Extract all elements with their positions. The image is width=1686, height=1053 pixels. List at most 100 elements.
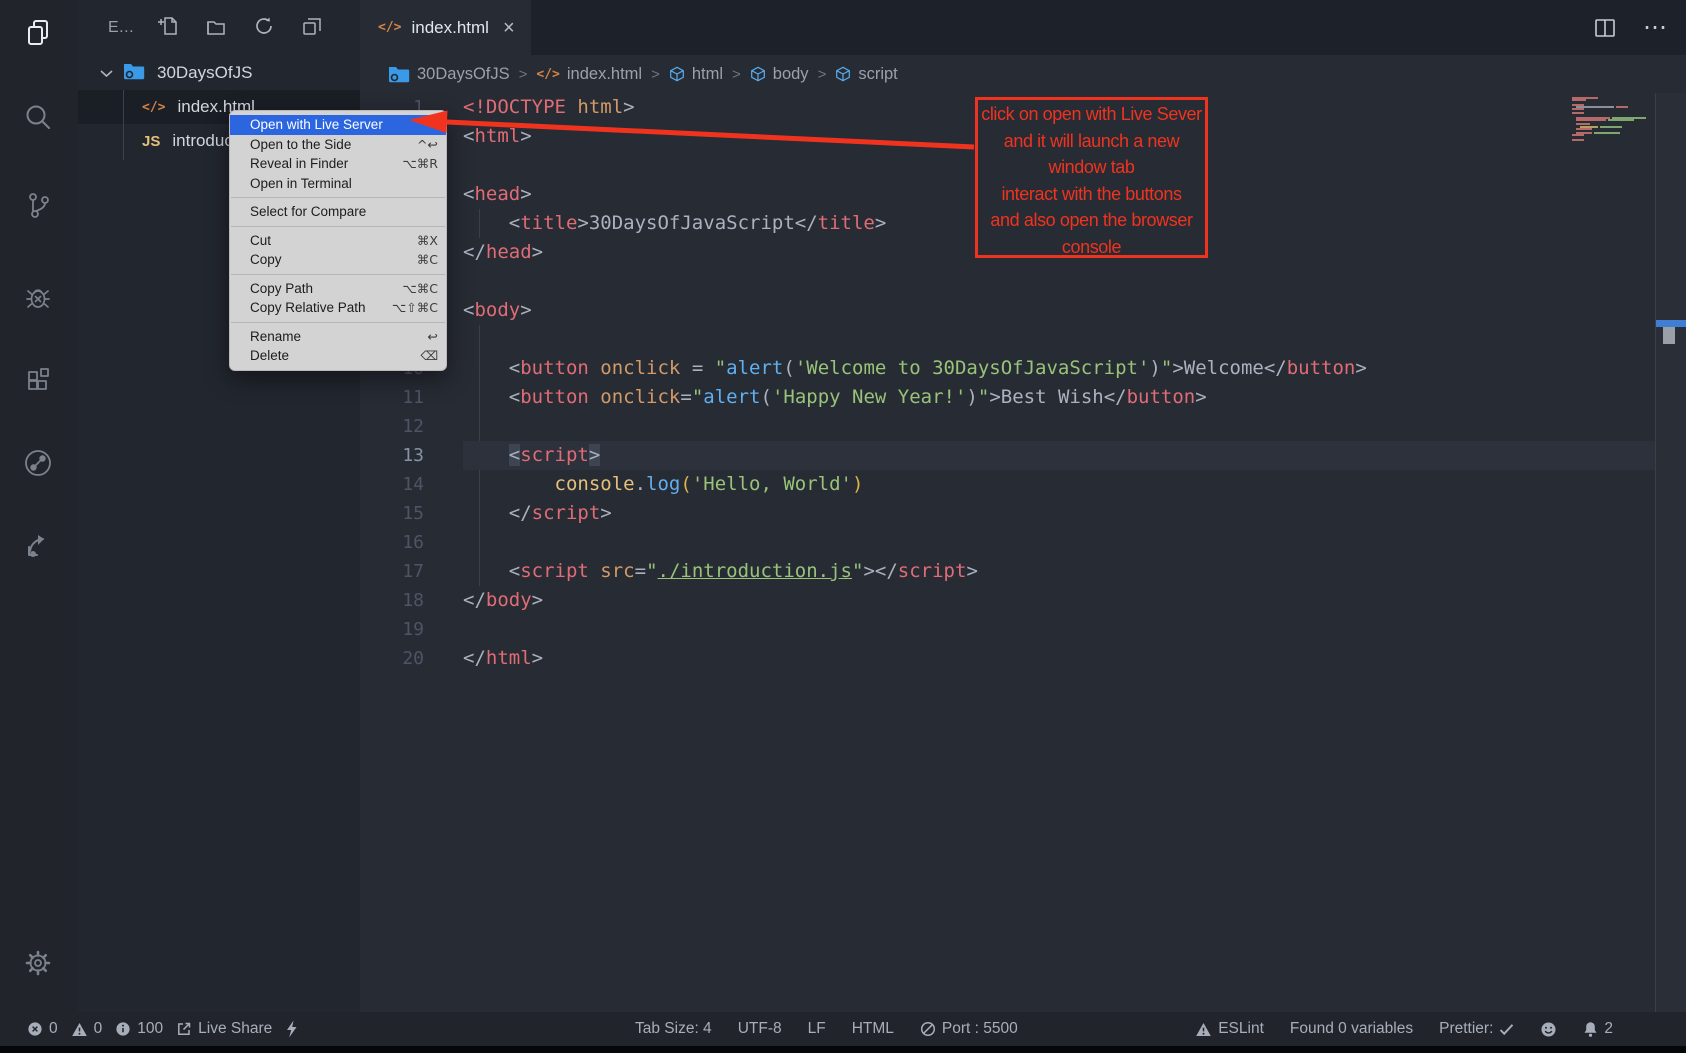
code-line-8[interactable]: <body> — [463, 296, 1655, 325]
menu-item-reveal-in-finder[interactable]: Reveal in Finder⌥⌘R — [230, 154, 446, 174]
slash-icon — [920, 1021, 936, 1037]
breadcrumb-item-html[interactable]: html — [669, 65, 723, 84]
status-item-lightning[interactable] — [285, 1020, 298, 1038]
menu-item-rename[interactable]: Rename↩ — [230, 327, 446, 347]
code-line-10[interactable]: <button onclick = "alert('Welcome to 30D… — [463, 354, 1655, 383]
code-line-7[interactable] — [463, 267, 1655, 296]
menu-item-copy[interactable]: Copy⌘C — [230, 250, 446, 270]
code-line-13[interactable]: <script> — [463, 441, 1655, 470]
menu-item-cut[interactable]: Cut⌘X — [230, 231, 446, 251]
code-token: html — [474, 125, 520, 147]
code-token: > — [1355, 357, 1366, 379]
tree-folder-30daysofjs[interactable]: 30DaysOfJS — [78, 56, 360, 90]
annotation-text-line: interact with the buttons — [978, 181, 1205, 208]
new-folder-button[interactable] — [202, 14, 230, 42]
status-item-found-0-variables[interactable]: Found 0 variables — [1290, 1020, 1413, 1038]
status-item-0[interactable]: 0 — [27, 1020, 58, 1038]
code-token: ) — [852, 473, 863, 495]
menu-separator — [231, 274, 445, 275]
code-line-15[interactable]: </script> — [463, 499, 1655, 528]
menu-item-delete[interactable]: Delete⌫ — [230, 346, 446, 366]
status-item-100[interactable]: 100 — [115, 1020, 163, 1038]
status-item-tab-size-4[interactable]: Tab Size: 4 — [635, 1020, 712, 1038]
menu-item-label: Copy — [250, 250, 282, 270]
activity-explorer-icon[interactable] — [17, 12, 61, 56]
menu-item-open-to-the-side[interactable]: Open to the Side^↩ — [230, 135, 446, 155]
error-icon — [27, 1021, 43, 1037]
status-item-port-5500[interactable]: Port : 5500 — [920, 1020, 1018, 1038]
status-item-html[interactable]: HTML — [852, 1020, 894, 1038]
annotation-text-line: window tab — [978, 154, 1205, 181]
status-item-utf-8[interactable]: UTF-8 — [738, 1020, 782, 1038]
code-token: alert — [726, 357, 783, 379]
code-line-19[interactable] — [463, 615, 1655, 644]
code-token: alert — [703, 386, 760, 408]
code-line-16[interactable] — [463, 528, 1655, 557]
menu-item-copy-relative-path[interactable]: Copy Relative Path⌥⇧⌘C — [230, 298, 446, 318]
split-editor-icon[interactable] — [1593, 17, 1617, 39]
close-icon[interactable]: × — [503, 18, 515, 38]
minimap-line — [1572, 139, 1652, 141]
breadcrumb-item-index-html[interactable]: </>index.html — [536, 65, 642, 84]
code-line-17[interactable]: <script src="./introduction.js"></script… — [463, 557, 1655, 586]
code-token: script — [532, 502, 601, 524]
code-line-20[interactable]: </html> — [463, 644, 1655, 673]
new-file-button[interactable] — [154, 14, 182, 42]
collapse-all-button[interactable] — [298, 14, 326, 42]
line-number: 18 — [360, 586, 424, 615]
code-token: 30DaysOfJavaScript — [589, 212, 795, 234]
collapse-all-icon — [300, 14, 324, 43]
folder-icon — [388, 65, 410, 83]
scrollbar[interactable] — [1655, 93, 1686, 1012]
status-item-live-share[interactable]: Live Share — [176, 1020, 272, 1038]
breadcrumb: 30DaysOfJS></>index.html>html>body>scrip… — [360, 55, 1686, 93]
breadcrumb-label: index.html — [567, 65, 642, 84]
annotation-text-line: click on open with Live Sever — [978, 101, 1205, 128]
activity-settings-icon[interactable] — [17, 942, 61, 986]
activity-run-debug-icon[interactable] — [17, 276, 61, 320]
code-line-11[interactable]: <button onclick="alert('Happy New Year!'… — [463, 383, 1655, 412]
status-item-2[interactable]: 2 — [1583, 1020, 1613, 1038]
breadcrumb-label: body — [773, 65, 809, 84]
activity-share-feedback-icon[interactable] — [17, 524, 61, 568]
tab-index-html[interactable]: </> index.html × — [360, 0, 531, 55]
menu-item-label: Open with Live Server — [250, 115, 383, 135]
status-label: 0 — [49, 1020, 58, 1038]
menu-item-select-for-compare[interactable]: Select for Compare — [230, 202, 446, 222]
menu-item-open-with-live-server[interactable]: Open with Live Server — [230, 115, 446, 135]
menu-item-label: Open in Terminal — [250, 174, 352, 194]
menu-item-label: Cut — [250, 231, 271, 251]
menu-item-open-in-terminal[interactable]: Open in Terminal — [230, 174, 446, 194]
activity-live-share-icon[interactable] — [17, 442, 61, 486]
code-line-18[interactable]: </body> — [463, 586, 1655, 615]
code-token: head — [474, 183, 520, 205]
code-token: ) — [966, 386, 977, 408]
breadcrumb-item-script[interactable]: script — [835, 65, 897, 84]
status-item-0[interactable]: 0 — [71, 1020, 103, 1038]
menu-item-label: Open to the Side — [250, 135, 351, 155]
breadcrumb-item-body[interactable]: body — [750, 65, 809, 84]
refresh-button[interactable] — [250, 14, 278, 42]
status-item-prettier-[interactable]: Prettier: — [1439, 1020, 1514, 1038]
line-number: 11 — [360, 383, 424, 412]
code-token: </ — [463, 647, 486, 669]
code-line-9[interactable] — [463, 325, 1655, 354]
status-left: 00 100 Live Share — [27, 1012, 298, 1046]
code-token: html — [486, 647, 532, 669]
code-line-14[interactable]: console.log('Hello, World') — [463, 470, 1655, 499]
status-item-eslint[interactable]: ESLint — [1195, 1020, 1264, 1038]
code-token: < — [463, 560, 520, 582]
scrollbar-thumb[interactable] — [1663, 327, 1675, 344]
status-item-lf[interactable]: LF — [808, 1020, 826, 1038]
code-line-12[interactable] — [463, 412, 1655, 441]
activity-source-control-icon[interactable] — [17, 184, 61, 228]
tab-bar: </> index.html × ⋯ — [360, 0, 1686, 55]
breadcrumb-item-30daysofjs[interactable]: 30DaysOfJS — [388, 65, 510, 84]
code-token: body — [486, 589, 532, 611]
status-item-smiley[interactable] — [1540, 1021, 1557, 1038]
code-token — [463, 473, 555, 495]
activity-search-icon[interactable] — [17, 96, 61, 140]
menu-item-copy-path[interactable]: Copy Path⌥⌘C — [230, 279, 446, 299]
activity-extensions-icon[interactable] — [17, 360, 61, 404]
more-actions-icon[interactable]: ⋯ — [1643, 13, 1668, 42]
